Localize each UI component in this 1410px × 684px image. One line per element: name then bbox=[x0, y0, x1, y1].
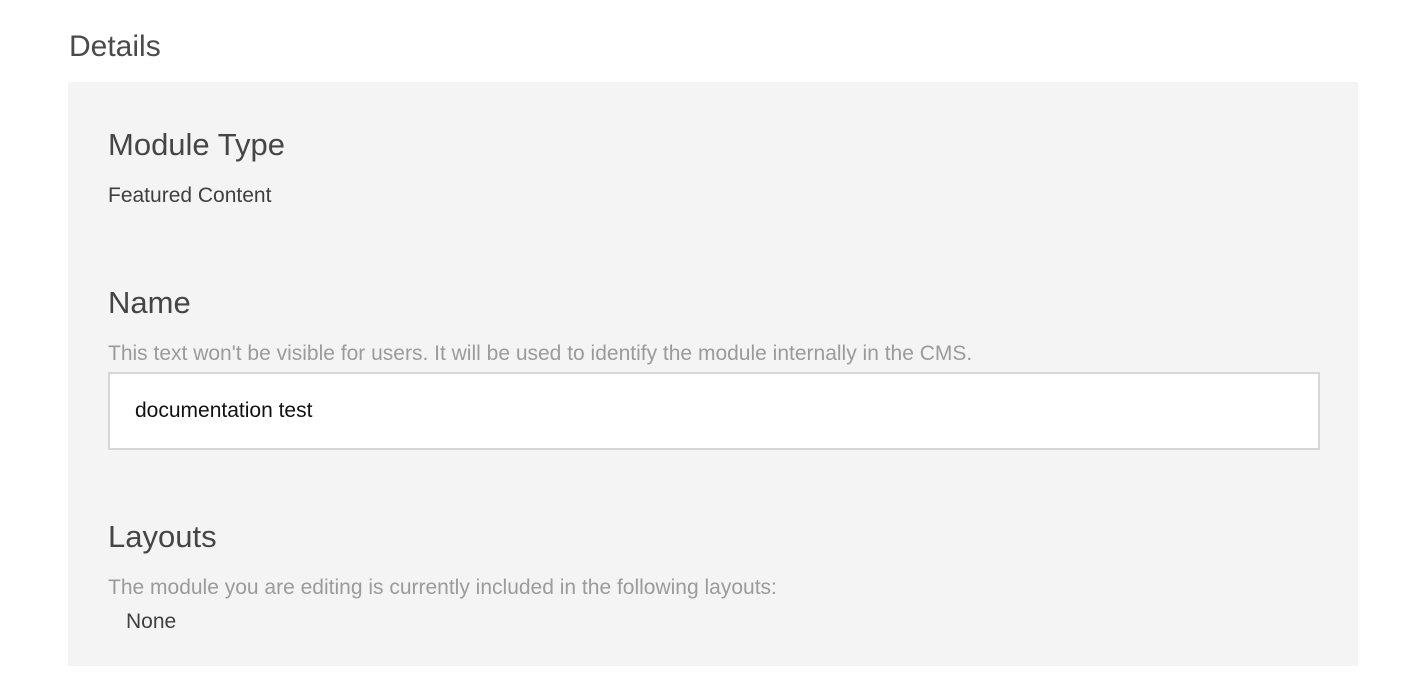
layouts-value: None bbox=[126, 610, 177, 633]
layouts-heading: Layouts bbox=[108, 519, 217, 554]
section-title: Details bbox=[69, 30, 161, 63]
layouts-help-text: The module you are editing is currently … bbox=[108, 576, 777, 599]
name-help-text: This text won't be visible for users. It… bbox=[108, 342, 973, 365]
details-panel: Module Type Featured Content Name This t… bbox=[68, 82, 1358, 666]
name-input[interactable] bbox=[108, 372, 1320, 450]
module-type-heading: Module Type bbox=[108, 127, 285, 162]
module-type-value: Featured Content bbox=[108, 184, 272, 207]
name-heading: Name bbox=[108, 285, 191, 320]
details-page: Details Module Type Featured Content Nam… bbox=[0, 0, 1410, 684]
